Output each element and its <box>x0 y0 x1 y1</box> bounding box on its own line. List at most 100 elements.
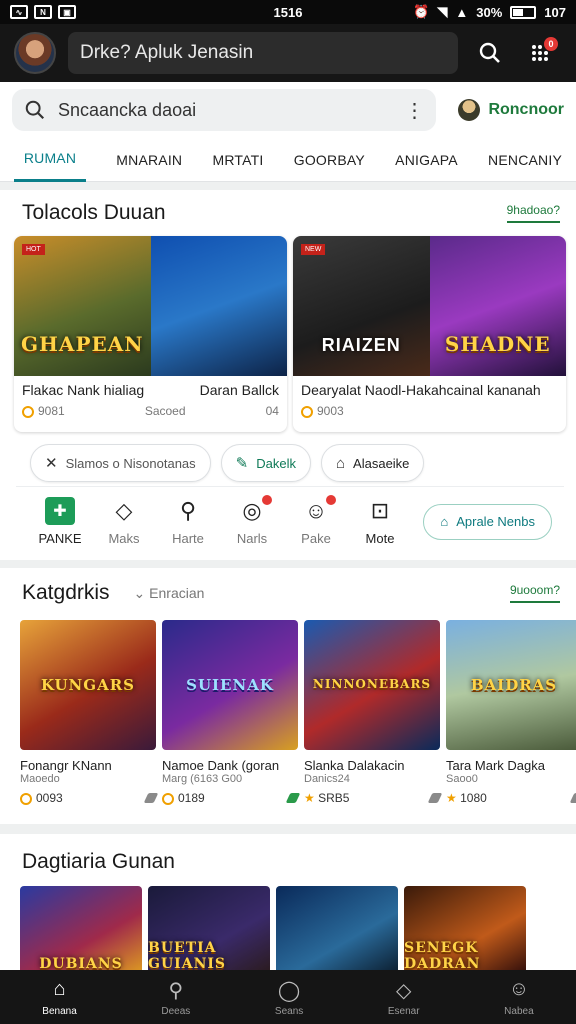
filter-dropdown[interactable]: ⌄ Enracian <box>134 585 205 602</box>
game-name: Slanka Dalakacin <box>304 758 405 773</box>
category-tabs: RUMAN MNARAIN MRTATI GOORBAY ANIGAPA NEN… <box>0 138 576 182</box>
tag-icon <box>427 793 443 803</box>
tab-mnarain[interactable]: MNARAIN <box>116 138 182 182</box>
game-price: 9003 <box>301 404 344 418</box>
tab-mrtati[interactable]: MRTATI <box>213 138 264 182</box>
filter-chip[interactable]: ⌂ Alasaeike <box>320 444 425 482</box>
game-card[interactable]: BAIDRAS Tara Mark Dagka Saoo0 ★ 1080 <box>446 620 576 820</box>
coin-icon <box>162 792 174 805</box>
game-meta: Maoedo <box>20 773 60 785</box>
game-card[interactable] <box>276 886 398 976</box>
game-card[interactable]: SENEGK DADRAN <box>404 886 526 976</box>
game-rating: 04 <box>265 404 279 418</box>
game-logo: SENEGK DADRAN <box>404 940 481 972</box>
featured-card[interactable]: NEW RIAIZEN SHADNE Dearyalat Naodl-Hakah… <box>293 236 566 432</box>
tab-goorbay[interactable]: GOORBAY <box>294 138 365 182</box>
nav-search[interactable]: ⚲ Deeas <box>161 978 190 1017</box>
filter-chip[interactable]: ✎ Dakelk <box>220 444 311 482</box>
wifi-icon: ◥ <box>437 4 448 19</box>
app-header: Drke? Apluk Jenasin 0 <box>0 24 576 82</box>
game-art <box>150 236 287 376</box>
tag-icon: ⌂ <box>335 454 346 472</box>
home-icon: ⌂ <box>53 977 66 1000</box>
user-icon: ☺ <box>508 977 530 1000</box>
quick-actions: ✚ PANKE ◇ Maks ⚲ Harte ◎ Narls ☺ Pake ⊡ Mote ⌂… <box>16 486 564 556</box>
action-mote[interactable]: ⊡ Mote <box>348 497 412 546</box>
nav-tags[interactable]: ◇ Esenar <box>388 978 420 1017</box>
tab-anigapa[interactable]: ANIGAPA <box>395 138 458 182</box>
game-card[interactable]: KUNGARS Fonangr KNann Maoedo 0093 <box>20 620 159 820</box>
games-section: Dagtiaria Gunan DUBIANS BUETIA GUIANIS S… <box>0 834 576 976</box>
header-title-box[interactable]: Drke? Apluk Jenasin <box>68 32 458 74</box>
game-icon: ✚ <box>45 497 75 525</box>
featured-section: Tolacols Duuan 9hadoao? HOT GHAPEAN Flak… <box>0 190 576 560</box>
open-apps-button[interactable]: ⌂ Aprale Nenbs <box>423 503 552 540</box>
tab-ruman[interactable]: RUMAN <box>14 138 86 182</box>
game-subtitle: Sacoed <box>144 404 186 418</box>
action-pake[interactable]: ☺ Pake <box>284 495 348 546</box>
home-icon: ⌂ <box>440 514 449 529</box>
notification-icon: N <box>34 5 52 19</box>
recommend-button[interactable]: Roncnoor <box>458 99 564 121</box>
game-name: Daran Ballck <box>199 382 279 398</box>
game-logo: BAIDRAS <box>470 675 558 694</box>
notification-badge <box>326 495 336 505</box>
signal-icon: ▲ <box>455 4 469 20</box>
section-title: Tolacols Duuan <box>22 201 166 224</box>
tag-icon: ◇ <box>115 498 133 523</box>
game-card[interactable]: SUIENAK Namoe Dank (goran Marg (6163 G00… <box>162 620 301 820</box>
search-icon[interactable] <box>472 35 508 71</box>
recommend-label: Roncnoor <box>488 101 564 118</box>
game-meta: Marg (6163 G00 <box>162 773 243 785</box>
game-logo: NINNONEBARS <box>312 677 432 692</box>
pencil-icon: ✎ <box>235 455 249 472</box>
search-input[interactable]: Sncaancka daoai ⋮ <box>12 89 437 131</box>
game-name: Tara Mark Dagka <box>446 758 545 773</box>
game-card[interactable]: DUBIANS <box>20 886 142 976</box>
game-card[interactable]: BUETIA GUIANIS <box>148 886 270 976</box>
game-name: Fonangr KNann <box>20 758 112 773</box>
game-art: BAIDRAS <box>446 620 576 750</box>
notification-icon: ▣ <box>58 5 76 19</box>
battery-percent: 30% <box>476 4 503 20</box>
grid-menu-icon[interactable]: 0 <box>522 35 558 71</box>
filter-chip[interactable]: ✕ Slamos o Nisonotanas <box>30 444 211 482</box>
nav-home[interactable]: ⌂ Benana <box>42 978 76 1017</box>
search-text: Sncaancka daoai <box>58 99 197 120</box>
featured-card[interactable]: HOT GHAPEAN Flakac Nank hialiag Daran Ba… <box>14 236 287 432</box>
nav-profile[interactable]: ☺ Nabea <box>504 978 533 1017</box>
user-icon <box>458 99 481 121</box>
tab-nencaniy[interactable]: NENCANIY <box>488 138 562 182</box>
game-badge: HOT <box>22 244 45 255</box>
game-art: KUNGARS <box>20 620 156 750</box>
avatar[interactable] <box>14 32 56 74</box>
action-maks[interactable]: ◇ Maks <box>92 497 156 546</box>
kebab-menu-icon[interactable]: ⋮ <box>404 98 424 123</box>
game-price: 9081 <box>22 404 65 418</box>
notification-badge <box>262 495 272 505</box>
see-more-link[interactable]: 9uooom? <box>509 583 560 603</box>
circle-icon: ◯ <box>277 979 301 1002</box>
game-name: Flakac Nank hialiag <box>22 382 145 398</box>
tag-icon <box>143 793 159 803</box>
section-title: Dagtiaria Gunan <box>22 850 175 873</box>
action-panke[interactable]: ✚ PANKE <box>28 497 92 546</box>
close-icon[interactable]: ✕ <box>45 454 58 472</box>
search-icon <box>25 100 45 120</box>
game-logo: SHADNE <box>444 332 551 356</box>
tag-icon: ◇ <box>396 979 412 1002</box>
action-narls[interactable]: ◎ Narls <box>220 495 284 546</box>
see-more-link[interactable]: 9hadoao? <box>506 203 560 223</box>
action-harte[interactable]: ⚲ Harte <box>156 497 220 546</box>
game-logo: KUNGARS <box>40 675 136 694</box>
game-card[interactable]: NINNONEBARS Slanka Dalakacin Danics24 ★ … <box>304 620 443 820</box>
game-logo: BUETIA GUIANIS <box>148 940 227 972</box>
bottom-nav: ⌂ Benana ⚲ Deeas ◯ Seans ◇ Esenar ☺ Nabea <box>0 970 576 1024</box>
nav-discover[interactable]: ◯ Seans <box>275 978 303 1017</box>
game-name: Namoe Dank (goran <box>162 758 280 773</box>
game-badge: NEW <box>301 244 326 255</box>
joystick-icon: ⚲ <box>179 498 197 523</box>
search-icon: ⚲ <box>168 979 184 1002</box>
game-logo: RIAIZEN <box>321 335 401 355</box>
star-icon: ★ <box>304 791 315 805</box>
